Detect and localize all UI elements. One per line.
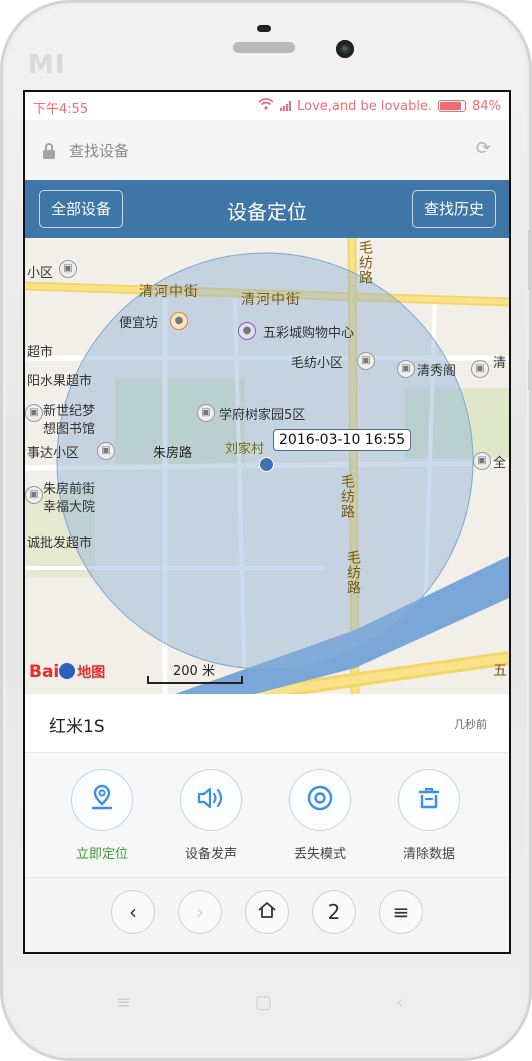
map-label-road: 清河中街 [241, 292, 301, 308]
baidu-map-logo: Bai 地图 [29, 662, 106, 682]
trash-icon [416, 785, 442, 815]
map-label-road: 清河中街 [139, 284, 199, 300]
poi-icon: ▣ [197, 404, 215, 422]
location-tooltip: 2016-03-10 16:55 [273, 429, 412, 451]
locate-circle [71, 769, 133, 831]
chevron-right-icon: › [196, 900, 204, 924]
wifi-icon [258, 98, 274, 114]
map-label: 五彩城购物中心 [263, 326, 355, 341]
map-label: 诚批发超市 [27, 536, 93, 551]
restaurant-icon: ● [170, 312, 188, 330]
refresh-icon[interactable]: ⟳ [476, 138, 491, 159]
map-label: 小区 [27, 266, 54, 281]
map-label: 想图书馆 [43, 422, 96, 437]
map-label-road: 毛纺路 [357, 240, 373, 285]
map-label: 刘家村 [225, 442, 265, 457]
hamburger-icon: ≡ [392, 900, 410, 924]
sound-label: 设备发声 [184, 847, 237, 862]
menu-button[interactable]: ≡ [379, 890, 423, 934]
map-label: 毛纺小区 [291, 356, 344, 371]
poi-icon: ▣ [473, 452, 491, 470]
poi-icon: ▣ [59, 260, 77, 278]
tab-count: 2 [327, 900, 341, 924]
map-label-road: 五 [493, 663, 508, 679]
screen: 下午4:55 Love,and be lovable. 84% 查找设备 ⟳ 全… [23, 90, 511, 954]
home-button[interactable] [245, 890, 289, 934]
address-bar[interactable]: 查找设备 ⟳ [25, 120, 509, 181]
battery-icon [438, 100, 467, 112]
erase-label: 清除数据 [402, 847, 455, 862]
back-button[interactable]: ‹ [111, 890, 155, 934]
address-text: 查找设备 [69, 142, 130, 160]
map-label: 朱房前街 [43, 482, 96, 497]
signal-icon [280, 101, 292, 111]
location-icon [90, 784, 114, 816]
proximity-sensor [257, 25, 271, 32]
locate-label: 立即定位 [75, 847, 128, 862]
map-label: 阳水果超市 [27, 374, 93, 389]
map-scale-bar [147, 676, 243, 684]
poi-icon: ▣ [25, 404, 43, 422]
phone-frame: MI 下午4:55 Love,and be lovable. 84% 查找设备 [0, 0, 532, 1061]
target-icon [306, 784, 334, 816]
poi-icon: ▣ [25, 486, 43, 504]
map-label: 清 [493, 356, 507, 371]
power-button [528, 360, 532, 390]
earpiece-speaker [233, 42, 295, 53]
map-label: 学府树家园5区 [219, 408, 306, 423]
device-last-seen: 几秒前 [454, 718, 487, 731]
action-bar: 立即定位 设备发声 丢失模式 清除数据 [25, 753, 509, 878]
lost-label: 丢失模式 [293, 847, 346, 862]
status-time: 下午4:55 [33, 102, 89, 117]
lost-mode-button[interactable]: 丢失模式 [270, 769, 370, 862]
status-right: Love,and be lovable. 84% [258, 98, 501, 114]
device-location-marker[interactable] [259, 457, 274, 472]
front-camera [336, 40, 354, 58]
map-label-road: 毛纺路 [339, 474, 355, 519]
poi-icon: ▣ [357, 352, 375, 370]
locate-now-button[interactable]: 立即定位 [52, 769, 152, 862]
device-name: 红米1S [49, 717, 105, 737]
recent-apps-key-icon[interactable]: ≡ [116, 992, 131, 1013]
map-label: 清秀阁 [417, 364, 457, 379]
shopping-icon: ● [238, 322, 256, 340]
map-label: 全 [493, 456, 507, 471]
lost-circle [289, 769, 351, 831]
carrier-text: Love,and be lovable. [297, 98, 433, 114]
lock-icon [41, 142, 57, 164]
tabs-button[interactable]: 2 [312, 890, 356, 934]
forward-button[interactable]: › [178, 890, 222, 934]
find-history-button[interactable]: 查找历史 [412, 190, 496, 228]
map-label: 便宜坊 [119, 316, 159, 331]
status-bar: 下午4:55 Love,and be lovable. 84% [25, 92, 509, 120]
play-sound-button[interactable]: 设备发声 [161, 769, 261, 862]
map-view[interactable]: 小区 ▣ 清河中街 清河中街 毛纺路 超市 便宜坊 ● ● 五彩城购物中心 阳水… [25, 238, 509, 694]
poi-icon: ▣ [97, 442, 115, 460]
app-header: 全部设备 设备定位 查找历史 [25, 180, 509, 238]
map-label: 幸福大院 [43, 500, 96, 515]
device-info-row: 红米1S 几秒前 [25, 694, 509, 753]
poi-icon: ▣ [397, 360, 415, 378]
back-key-icon[interactable]: ‹ [396, 992, 403, 1013]
browser-nav-bar: ‹ › 2 ≡ [25, 878, 509, 952]
map-label: 朱房路 [153, 446, 193, 461]
map-label: 事达小区 [27, 446, 80, 461]
speaker-icon [196, 785, 226, 815]
chevron-left-icon: ‹ [129, 900, 137, 924]
map-label: 新世纪梦 [43, 404, 96, 419]
poi-icon: ▣ [471, 360, 489, 378]
erase-data-button[interactable]: 清除数据 [379, 769, 479, 862]
home-key-icon[interactable]: ▢ [255, 992, 272, 1013]
home-icon [257, 900, 277, 924]
sound-circle [180, 769, 242, 831]
brand-logo: MI [28, 50, 66, 80]
map-label-road: 毛纺路 [345, 550, 361, 595]
map-label: 超市 [27, 345, 54, 360]
volume-button [528, 230, 532, 290]
battery-percent: 84% [472, 98, 501, 114]
paw-icon [59, 663, 76, 679]
erase-circle [398, 769, 460, 831]
